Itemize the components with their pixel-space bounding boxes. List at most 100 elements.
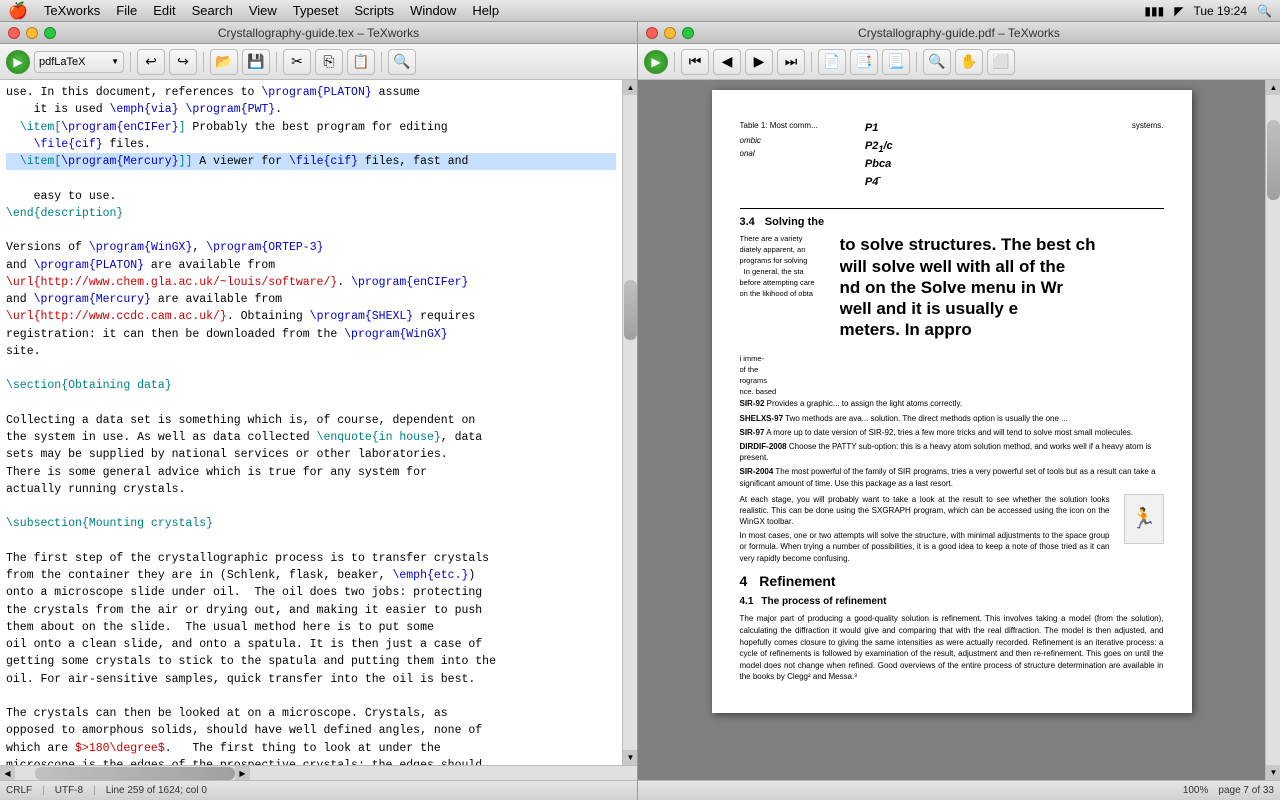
menu-texworks[interactable]: TeXworks	[44, 3, 100, 18]
charset-status: UTF-8	[55, 785, 83, 796]
open-button[interactable]: 📂	[210, 49, 238, 75]
section-4-num: 4	[740, 572, 748, 592]
section-3-4: 3.4 Solving the There are a varietydiate…	[740, 215, 1164, 564]
paste-button[interactable]: 📋	[347, 49, 375, 75]
dirdif2008-desc: Choose the PATTY sub-option: this is a h…	[740, 442, 1152, 462]
sir92-desc: Provides a graphic... to assign the ligh…	[767, 399, 963, 408]
toolbar-separator-4	[381, 52, 382, 72]
editor-hscrollbar[interactable]: ◀ ▶	[0, 765, 637, 780]
toolbar-separator	[130, 52, 131, 72]
close-button[interactable]	[8, 27, 20, 39]
pdf-last-page-button[interactable]: ⏭	[777, 49, 805, 75]
pdf-zoom-button[interactable]	[682, 27, 694, 39]
engine-select[interactable]: pdfLaTeX ▼	[34, 51, 124, 73]
pdf-prev-page-button[interactable]: ◀	[713, 49, 741, 75]
save-button[interactable]: 💾	[242, 49, 270, 75]
code-line: opposed to amorphous solids, should have…	[6, 724, 482, 737]
table-left: Table 1: Most comm... ombic onal	[740, 120, 855, 200]
find-button[interactable]: 🔍	[388, 49, 416, 75]
menu-search[interactable]: Search	[192, 3, 233, 18]
zoom-button[interactable]	[44, 27, 56, 39]
menu-edit[interactable]: Edit	[153, 3, 175, 18]
shelxs97-desc: Two methods are ava... solution. The dir…	[785, 414, 1068, 423]
editor-scrollbar[interactable]: ▲ ▼	[622, 80, 637, 765]
code-line: getting some crystals to stick to the sp…	[6, 655, 496, 668]
pdf-zoom-in-button[interactable]: 🔍	[923, 49, 951, 75]
pdf-first-page-button[interactable]: ⏮	[681, 49, 709, 75]
redo-button[interactable]: ↪	[169, 49, 197, 75]
code-line: actually running crystals.	[6, 483, 185, 496]
sir92-entry: SIR-92 Provides a graphic... to assign t…	[740, 398, 1164, 409]
pdf-two-page-button[interactable]: 📑	[850, 49, 878, 75]
pdf-page-area[interactable]: Table 1: Most comm... ombic onal P1 P21/…	[638, 80, 1265, 780]
code-line: which are $>180\degree$. The first thing…	[6, 742, 441, 755]
pdf-page: Table 1: Most comm... ombic onal P1 P21/…	[712, 90, 1192, 713]
pdf-next-page-button[interactable]: ▶	[745, 49, 773, 75]
menu-window[interactable]: Window	[410, 3, 456, 18]
engine-label: pdfLaTeX	[39, 56, 85, 68]
dropdown-arrow-icon: ▼	[111, 57, 119, 66]
pdf-single-page-button[interactable]: 📄	[818, 49, 846, 75]
figure-image: 🏃	[1124, 494, 1164, 544]
refinement-para: The major part of producing a good-quali…	[740, 613, 1164, 683]
typeset-run-button[interactable]: ▶	[6, 50, 30, 74]
pdf-scrollbar-thumb[interactable]	[1267, 120, 1280, 200]
pdf-typeset-button[interactable]: ▶	[644, 50, 668, 74]
section-3-4-title: Solving the	[765, 215, 824, 230]
crystal-formula-col: P1 P21/c Pbca P4̄	[865, 120, 1038, 200]
subsection-4-1-num: 4.1	[740, 595, 754, 609]
menu-help[interactable]: Help	[472, 3, 499, 18]
menu-typeset[interactable]: Typeset	[293, 3, 339, 18]
subsection-4-1-heading: 4.1 The process of refinement	[740, 595, 1164, 609]
hscroll-left-button[interactable]: ◀	[0, 766, 15, 781]
code-line: \end{description}	[6, 207, 123, 220]
crystal-table-section: Table 1: Most comm... ombic onal P1 P21/…	[740, 120, 1164, 200]
shelxs97-label: SHELXS-97	[740, 414, 784, 423]
solving-big-text: to solve structures. The best ch will so…	[840, 234, 1164, 340]
pdf-close-button[interactable]	[646, 27, 658, 39]
cut-button[interactable]: ✂	[283, 49, 311, 75]
editor-text[interactable]: use. In this document, references to \pr…	[0, 80, 622, 765]
crystal-systems-label: systems.	[1048, 120, 1163, 200]
pdf-toolbar-sep-3	[916, 52, 917, 72]
pdf-statusbar: 100% page 7 of 33	[638, 780, 1280, 800]
scrollbar-thumb[interactable]	[624, 280, 637, 340]
code-line: Collecting a data set is something which…	[6, 414, 475, 427]
minimize-button[interactable]	[26, 27, 38, 39]
menu-scripts[interactable]: Scripts	[354, 3, 394, 18]
editor-titlebar: Crystallography-guide.tex – TeXworks	[0, 22, 637, 44]
pdf-window: Crystallography-guide.pdf – TeXworks ▶ ⏮…	[638, 22, 1280, 800]
editor-content-area: use. In this document, references to \pr…	[0, 80, 637, 765]
menu-file[interactable]: File	[116, 3, 137, 18]
sir2004-desc: The most powerful of the family of SIR p…	[740, 467, 1156, 487]
pdf-minimize-button[interactable]	[664, 27, 676, 39]
menu-view[interactable]: View	[249, 3, 277, 18]
editor-statusbar: CRLF | UTF-8 | Line 259 of 1624; col 0	[0, 780, 637, 800]
editor-title: Crystallography-guide.tex – TeXworks	[218, 26, 419, 40]
pdf-scrollbar-up-button[interactable]: ▲	[1266, 80, 1280, 95]
pdf-scrollbar[interactable]: ▲ ▼	[1265, 80, 1280, 780]
section-4: 4 Refinement 4.1 The process of refineme…	[740, 572, 1164, 683]
scrollbar-down-button[interactable]: ▼	[623, 750, 637, 765]
scrollbar-up-button[interactable]: ▲	[623, 80, 637, 95]
sir97-desc: A more up to date version of SIR-92, tri…	[766, 428, 1133, 437]
apple-menu[interactable]: 🍎	[8, 1, 28, 21]
battery-icon: ▮▮▮	[1144, 4, 1164, 18]
copy-button[interactable]: ⎘	[315, 49, 343, 75]
pdf-hand-button[interactable]: ✋	[955, 49, 983, 75]
code-line: the system in use. As well as data colle…	[6, 431, 482, 444]
pdf-scrollbar-down-button[interactable]: ▼	[1266, 765, 1280, 780]
hscroll-right-button[interactable]: ▶	[235, 766, 250, 781]
spotlight-icon[interactable]: 🔍	[1257, 4, 1272, 18]
crystal-row-1: ombic	[740, 135, 855, 146]
big-text-line-3: nd on the Solve menu in Wr	[840, 277, 1164, 298]
crystal-p4bar: P4̄	[865, 174, 1038, 192]
pdf-titlebar: Crystallography-guide.pdf – TeXworks	[638, 22, 1280, 44]
pdf-continuous-button[interactable]: 📃	[882, 49, 910, 75]
code-line: site.	[6, 345, 41, 358]
hscroll-thumb[interactable]	[35, 767, 235, 780]
line-ending-status: CRLF	[6, 785, 32, 796]
big-text-line-2: will solve well with all of the	[840, 256, 1164, 277]
pdf-selection-button[interactable]: ⬜	[987, 49, 1015, 75]
undo-button[interactable]: ↩	[137, 49, 165, 75]
